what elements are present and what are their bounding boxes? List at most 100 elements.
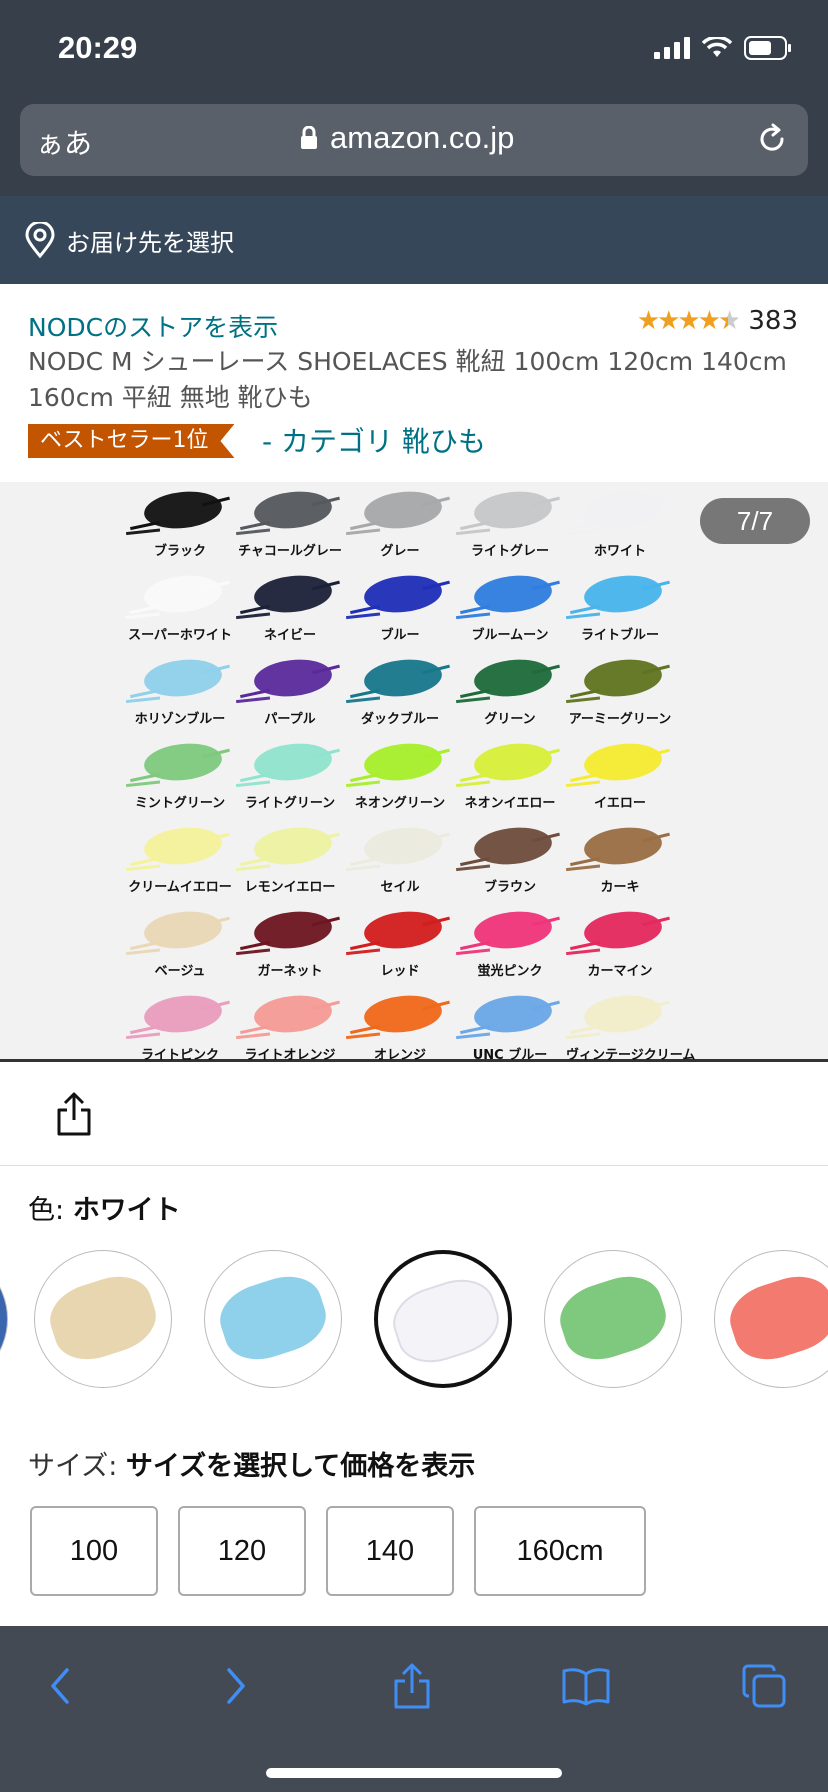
size-label: サイズ: サイズを選択して価格を表示 (28, 1444, 475, 1483)
color-option-white[interactable] (374, 1250, 512, 1388)
lace-color-label: ライトグリーン (244, 796, 336, 811)
shoelace-color-chart: ブラック チャコールグレー グレー ライトグレー ホワイト スーパーホワイト ネイビー ブルー… (126, 486, 716, 1074)
lace-swatch: ホリゾンブルー (126, 654, 234, 738)
color-option-light-orange[interactable] (714, 1250, 828, 1388)
book-icon (562, 1668, 610, 1706)
lace-swatch: ライトブルー (566, 570, 674, 654)
shoelace-image (582, 908, 664, 952)
bookmarks-button[interactable] (556, 1656, 616, 1716)
home-indicator (266, 1768, 562, 1778)
lock-icon (301, 126, 317, 149)
tabs-icon (742, 1664, 786, 1708)
text-size-button[interactable]: ぁあ (36, 122, 92, 162)
lace-swatch: セイル (346, 822, 454, 906)
lace-color-label: スーパーホワイト (128, 628, 232, 643)
size-option-button[interactable]: 120 (178, 1506, 306, 1596)
screen: 20:29 ぁあ amazon.co.jp お届け先を選択 NODCのストアを表… (0, 0, 828, 1792)
lace-color-label: レッド (380, 964, 420, 979)
size-options: 100 120 140 160cm (30, 1506, 646, 1596)
url-domain: amazon.co.jp (330, 120, 515, 155)
lace-color-label: クリームイエロー (128, 880, 232, 895)
lace-swatch: グリーン (456, 654, 564, 738)
reload-icon[interactable] (754, 121, 790, 157)
share-icon (394, 1663, 430, 1709)
shoelace-image (142, 908, 224, 952)
lace-color-label: ホリゾンブルー (134, 712, 226, 727)
tabs-button[interactable] (734, 1656, 794, 1716)
lace-color-label: ブルームーン (471, 628, 549, 643)
lace-color-label: アーミーグリーン (568, 712, 672, 727)
color-option-image (42, 1266, 164, 1370)
shoelace-image (362, 740, 444, 784)
lace-color-label: ブラック (153, 544, 206, 559)
lace-swatch: カーキ (566, 822, 674, 906)
lace-swatch: アーミーグリーン (566, 654, 674, 738)
shoelace-image (582, 656, 664, 700)
color-label: 色: ホワイト (28, 1188, 181, 1227)
shoelace-image (252, 488, 334, 532)
lace-color-label: ネオングリーン (354, 796, 446, 811)
shoelace-image (472, 992, 554, 1036)
shoelace-image (362, 992, 444, 1036)
lace-color-label: イエロー (594, 796, 646, 811)
lace-swatch: グレー (346, 486, 454, 570)
product-image-gallery[interactable]: ブラック チャコールグレー グレー ライトグレー ホワイト スーパーホワイト ネイビー ブルー… (0, 482, 828, 1063)
shoelace-image (582, 572, 664, 616)
shoelace-image (582, 992, 664, 1036)
delivery-location-bar[interactable]: お届け先を選択 (0, 196, 828, 284)
chevron-right-icon (227, 1668, 245, 1704)
color-option-image (385, 1269, 507, 1373)
share-button[interactable] (382, 1656, 442, 1716)
size-option-button[interactable]: 140 (326, 1506, 454, 1596)
shoelace-image (142, 488, 224, 532)
shoelace-image (252, 992, 334, 1036)
lace-color-label: グレー (380, 544, 420, 559)
lace-swatch: ライトグレー (456, 486, 564, 570)
shoelace-image (472, 572, 554, 616)
signal-icon (654, 37, 690, 59)
lace-color-label: セイル (380, 880, 420, 895)
battery-icon (744, 36, 791, 60)
shoelace-image (142, 824, 224, 868)
lace-color-label: ライトブルー (580, 628, 659, 643)
lace-swatch: クリームイエロー (126, 822, 234, 906)
lace-color-label: ヴィンテージクリーム (566, 1048, 696, 1063)
lace-swatch: ネイビー (236, 570, 344, 654)
shoelace-image (362, 572, 444, 616)
lace-color-label: ダックブルー (360, 712, 439, 727)
shoelace-image (472, 740, 554, 784)
chevron-left-icon (51, 1668, 69, 1704)
color-option-partial[interactable] (0, 1250, 8, 1388)
store-link[interactable]: NODCのストアを表示 (28, 308, 278, 344)
rating-stars: ★★★★★ (636, 306, 742, 336)
location-pin-icon (25, 222, 55, 258)
lace-swatch: ネオングリーン (346, 738, 454, 822)
color-option-beige[interactable] (34, 1250, 172, 1388)
lace-color-label: パープル (264, 712, 316, 727)
share-icon[interactable] (56, 1092, 92, 1136)
category-link[interactable]: - カテゴリ 靴ひも (262, 420, 486, 460)
shoelace-image (362, 656, 444, 700)
size-option-button[interactable]: 160cm (474, 1506, 646, 1596)
lace-swatch: チャコールグレー (236, 486, 344, 570)
color-option-mint-green[interactable] (544, 1250, 682, 1388)
forward-button[interactable] (206, 1656, 266, 1716)
shoelace-image (362, 488, 444, 532)
lace-swatch: レモンイエロー (236, 822, 344, 906)
back-button[interactable] (30, 1656, 90, 1716)
lace-swatch: ガーネット (236, 906, 344, 990)
shoelace-image (582, 824, 664, 868)
size-option-button[interactable]: 100 (30, 1506, 158, 1596)
lace-swatch: ベージュ (126, 906, 234, 990)
status-icons (654, 36, 792, 60)
shoelace-image (252, 740, 334, 784)
shoelace-image (472, 656, 554, 700)
color-option-image (722, 1266, 828, 1370)
lace-swatch: ブルームーン (456, 570, 564, 654)
url-display[interactable]: amazon.co.jp (300, 120, 514, 156)
rating[interactable]: ★★★★★ 383 (637, 306, 798, 336)
lace-swatch: ブラウン (456, 822, 564, 906)
lace-color-label: ライトピンク (140, 1048, 219, 1063)
color-option-horizon-blue[interactable] (204, 1250, 342, 1388)
address-bar[interactable]: ぁあ amazon.co.jp (20, 104, 808, 176)
